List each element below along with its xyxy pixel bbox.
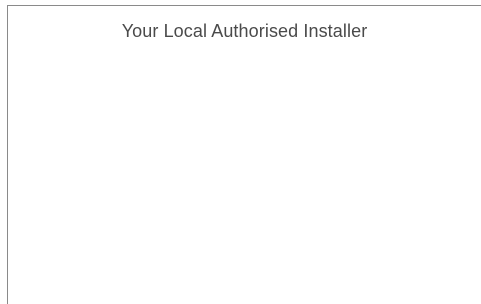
panel-title: Your Local Authorised Installer — [121, 21, 368, 41]
local-installer-panel: Your Local Authorised Installer — [7, 5, 481, 304]
